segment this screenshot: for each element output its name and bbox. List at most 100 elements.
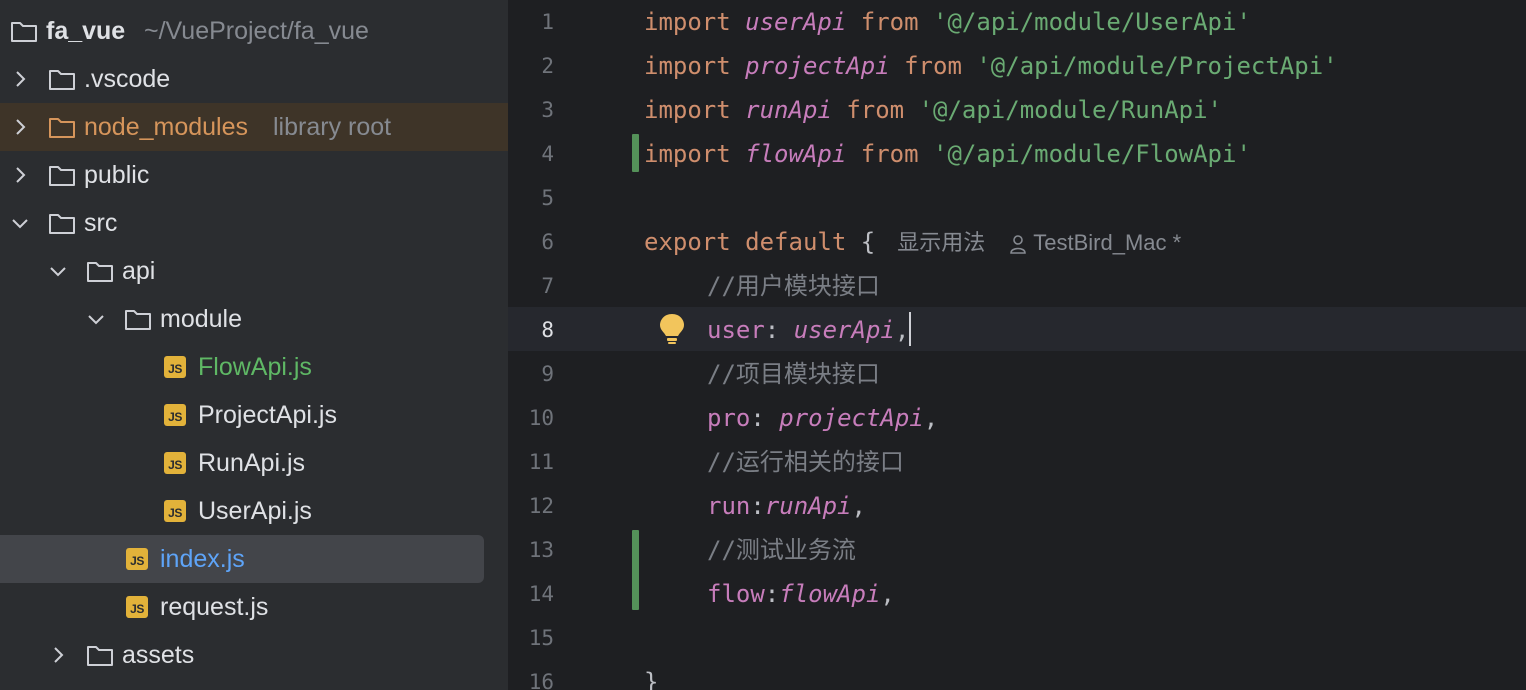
identifier: flowApi xyxy=(745,140,847,168)
code-line-9[interactable]: //项目模块接口 xyxy=(707,352,880,396)
keyword-from: from xyxy=(846,96,905,124)
folder-icon xyxy=(11,22,37,42)
chevron-down-icon[interactable] xyxy=(10,213,30,233)
code-line-6[interactable]: export default {显示用法 TestBird_Mac * xyxy=(644,220,1181,264)
keyword-import: import xyxy=(644,8,731,36)
property-key: run xyxy=(707,492,751,520)
keyword-import: import xyxy=(644,140,731,168)
tree-item-request-js[interactable]: JS request.js xyxy=(0,583,508,631)
js-file-icon: JS xyxy=(164,356,186,378)
line-number: 10 xyxy=(528,406,554,430)
js-file-icon: JS xyxy=(126,596,148,618)
author-hint[interactable]: TestBird_Mac * xyxy=(1033,230,1181,255)
line-number: 15 xyxy=(528,626,554,650)
folder-icon xyxy=(87,262,113,282)
code-line-10[interactable]: pro: projectApi, xyxy=(707,396,938,440)
tree-item-public[interactable]: public xyxy=(0,151,508,199)
tree-item-label: .vscode xyxy=(84,65,171,93)
folder-icon xyxy=(125,310,151,330)
tree-item-runapi-js[interactable]: JS RunApi.js xyxy=(0,439,508,487)
tree-item-node-modules[interactable]: node_modules library root xyxy=(0,103,508,151)
inlay-hint[interactable]: 显示用法 TestBird_Mac * xyxy=(875,230,1181,255)
code-line-13[interactable]: //测试业务流 xyxy=(707,528,856,572)
chevron-right-icon[interactable] xyxy=(10,117,30,137)
punctuation: , xyxy=(880,580,895,608)
keyword-from: from xyxy=(860,140,919,168)
code-line-7[interactable]: //用户模块接口 xyxy=(707,264,880,308)
line-number: 5 xyxy=(541,186,554,210)
property-key: user xyxy=(707,316,765,344)
tree-item-label: index.js xyxy=(160,545,245,573)
line-number: 1 xyxy=(541,10,554,34)
tree-item-label: src xyxy=(84,209,118,237)
line-number: 11 xyxy=(528,450,554,474)
punctuation: : xyxy=(764,316,780,344)
code-line-4[interactable]: import flowApi from '@/api/module/FlowAp… xyxy=(644,132,1251,176)
chevron-down-icon[interactable] xyxy=(86,309,106,329)
tree-item-label: ProjectApi.js xyxy=(198,401,337,429)
tree-item-src[interactable]: src xyxy=(0,199,508,247)
tree-item-index-js[interactable]: JS index.js xyxy=(0,535,484,583)
tree-item-api[interactable]: api xyxy=(0,247,508,295)
tree-item-label: assets xyxy=(122,641,195,669)
keyword-from: from xyxy=(904,52,962,80)
string-literal: '@/api/module/UserApi' xyxy=(933,8,1251,36)
tree-item-label: RunApi.js xyxy=(198,449,305,477)
usages-hint[interactable]: 显示用法 xyxy=(897,230,985,255)
code-line-8[interactable]: user: userApi, xyxy=(707,308,912,352)
keyword-import: import xyxy=(644,96,731,124)
comment: //测试业务流 xyxy=(707,536,856,564)
lightbulb-icon[interactable] xyxy=(658,312,686,346)
identifier: userApi xyxy=(745,8,847,36)
line-number: 16 xyxy=(528,670,554,690)
tree-item-label: module xyxy=(160,305,242,333)
line-number: 4 xyxy=(541,142,554,166)
code-line-16[interactable]: } xyxy=(644,660,658,690)
text-caret xyxy=(909,312,912,346)
line-number: 7 xyxy=(541,274,554,298)
library-folder-icon xyxy=(49,118,75,138)
punctuation: : xyxy=(750,404,765,432)
chevron-right-icon[interactable] xyxy=(10,165,30,185)
vcs-change-marker[interactable] xyxy=(632,530,639,610)
tree-item-projectapi-js[interactable]: JS ProjectApi.js xyxy=(0,391,508,439)
code-line-11[interactable]: //运行相关的接口 xyxy=(707,440,904,484)
identifier: userApi xyxy=(793,316,895,344)
folder-icon xyxy=(49,70,75,90)
vcs-change-marker[interactable] xyxy=(632,134,639,172)
punctuation: , xyxy=(894,316,910,344)
line-number: 9 xyxy=(541,362,554,386)
tree-item-vscode[interactable]: .vscode xyxy=(0,55,508,103)
brace: { xyxy=(860,228,876,256)
code-line-1[interactable]: import userApi from '@/api/module/UserAp… xyxy=(644,0,1251,44)
chevron-down-icon[interactable] xyxy=(48,261,68,281)
tree-item-assets[interactable]: assets xyxy=(0,631,508,679)
line-number: 14 xyxy=(528,582,554,606)
line-number: 3 xyxy=(541,98,554,122)
comment: //项目模块接口 xyxy=(707,360,880,388)
string-literal: '@/api/module/FlowApi' xyxy=(933,140,1251,168)
tree-item-flowapi-js[interactable]: JS FlowApi.js xyxy=(0,343,508,391)
punctuation: : xyxy=(750,492,765,520)
tree-item-userapi-js[interactable]: JS UserApi.js xyxy=(0,487,508,535)
line-number: 6 xyxy=(541,230,554,254)
code-line-2[interactable]: import projectApi from '@/api/module/Pro… xyxy=(644,44,1338,88)
js-file-icon: JS xyxy=(164,500,186,522)
identifier: projectApi xyxy=(745,52,890,80)
line-number: 12 xyxy=(528,494,554,518)
string-literal: '@/api/module/RunApi' xyxy=(918,96,1222,124)
tree-item-label: request.js xyxy=(160,593,269,621)
chevron-right-icon[interactable] xyxy=(10,69,30,89)
tree-item-module[interactable]: module xyxy=(0,295,508,343)
tree-root-row[interactable]: fa_vue ~/VueProject/fa_vue xyxy=(0,7,508,55)
code-line-12[interactable]: run:runApi, xyxy=(707,484,866,528)
punctuation: , xyxy=(923,404,939,432)
code-line-14[interactable]: flow:flowApi, xyxy=(707,572,895,616)
js-file-icon: JS xyxy=(164,452,186,474)
tree-item-label: UserApi.js xyxy=(198,497,312,525)
folder-icon xyxy=(49,214,75,234)
code-line-3[interactable]: import runApi from '@/api/module/RunApi' xyxy=(644,88,1222,132)
js-file-icon: JS xyxy=(126,548,148,570)
chevron-right-icon[interactable] xyxy=(48,645,68,665)
identifier: runApi xyxy=(745,96,832,124)
